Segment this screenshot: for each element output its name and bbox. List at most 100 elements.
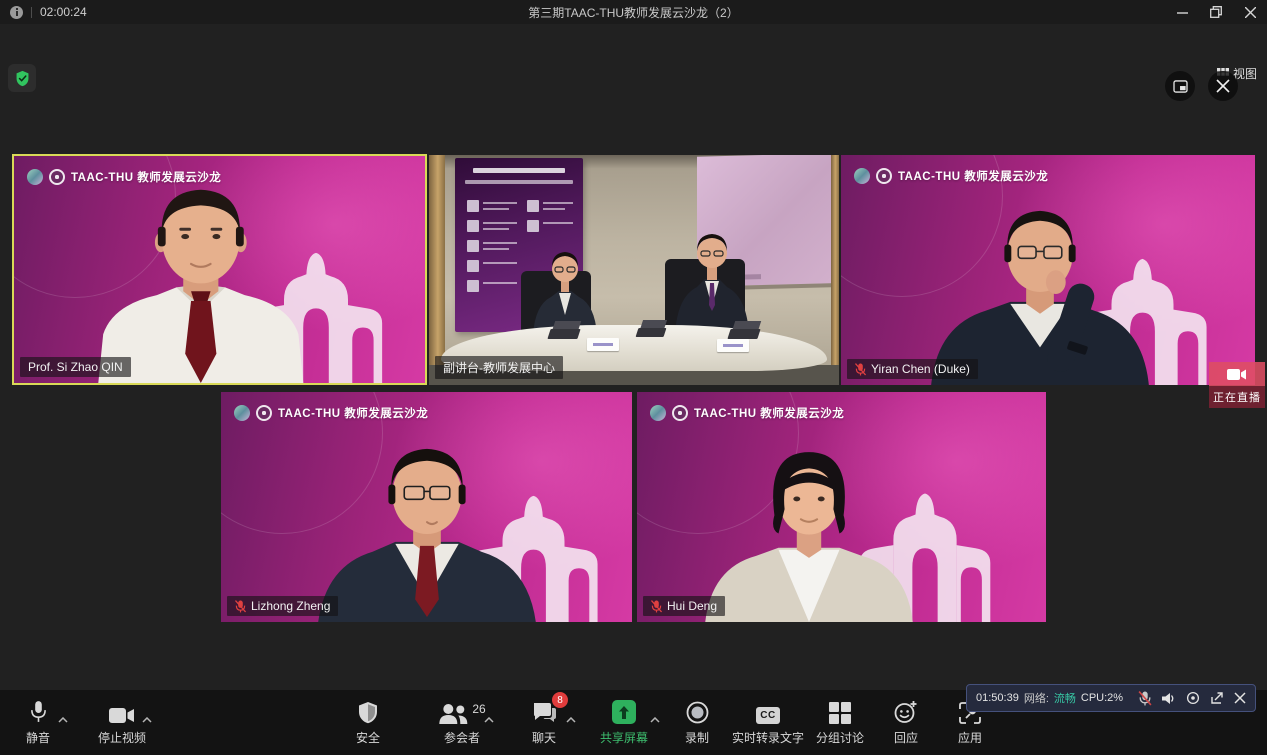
breakout-rooms-icon: [829, 702, 851, 724]
performance-stats-panel: 01:50:39 网络: 流畅 CPU:2%: [966, 684, 1256, 712]
live-transcript-label: 实时转录文字: [732, 729, 804, 746]
video-options-caret[interactable]: [142, 710, 152, 728]
shield-check-icon: [14, 70, 31, 87]
event-brand-label: TAAC-THU 教师发展云沙龙: [694, 405, 844, 421]
participant-nametag: Lizhong Zheng: [227, 596, 338, 616]
live-stream-label: 正在直播: [1209, 386, 1265, 408]
video-stage: 视图 TAAC-THU 教师发展云沙龙: [0, 24, 1267, 690]
participant-nametag: Yiran Chen (Duke): [847, 359, 978, 379]
live-transcript-button[interactable]: CC 实时转录文字: [732, 699, 804, 746]
meeting-info-icon[interactable]: [10, 6, 23, 19]
stats-muted-mic-icon[interactable]: [1138, 691, 1152, 706]
stats-close-icon[interactable]: [1234, 692, 1246, 704]
mute-button[interactable]: 静音: [26, 699, 50, 746]
stats-popout-icon[interactable]: [1210, 691, 1224, 705]
participant-nametag: 副讲台-教师发展中心: [435, 356, 563, 379]
video-tile-chen[interactable]: TAAC-THU 教师发展云沙龙: [841, 155, 1255, 385]
cpu-usage: CPU:2%: [1081, 692, 1123, 704]
live-camera-icon: [1209, 362, 1265, 386]
video-camera-icon: [109, 707, 135, 724]
video-tile-zheng[interactable]: TAAC-THU 教师发展云沙龙: [221, 392, 632, 622]
chat-options-caret[interactable]: [566, 710, 576, 728]
chat-label: 聊天: [532, 729, 556, 746]
titlebar: 02:00:24 第三期TAAC-THU教师发展云沙龙（2）: [0, 0, 1267, 24]
participant-name: Prof. Si Zhao QIN: [28, 360, 123, 374]
event-brand-label: TAAC-THU 教师发展云沙龙: [278, 405, 428, 421]
minimize-button[interactable]: [1165, 0, 1199, 24]
stats-settings-icon[interactable]: [1186, 691, 1200, 705]
mute-options-caret[interactable]: [58, 710, 68, 728]
stats-speaker-icon[interactable]: [1162, 692, 1176, 705]
taac-logo-icon: [854, 168, 870, 184]
stats-elapsed-time: 01:50:39: [976, 692, 1019, 704]
participants-button[interactable]: 26 参会者: [438, 699, 485, 746]
taac-logo-icon: [234, 405, 250, 421]
network-label: 网络:: [1024, 690, 1049, 706]
video-tile-podium[interactable]: 副讲台-教师发展中心: [429, 155, 839, 385]
record-icon: [685, 701, 708, 724]
microphone-icon: [29, 700, 46, 724]
participant-video-chen: [890, 197, 1190, 385]
meeting-window: 02:00:24 第三期TAAC-THU教师发展云沙龙（2）: [0, 0, 1267, 755]
mute-label: 静音: [26, 729, 50, 746]
video-tile-qin[interactable]: TAAC-THU 教师发展云沙龙: [12, 154, 427, 385]
reactions-smiley-icon: [894, 700, 918, 724]
participants-label: 参会者: [444, 729, 480, 746]
video-tile-deng[interactable]: TAAC-THU 教师发展云沙龙: [637, 392, 1046, 622]
chat-unread-badge: 8: [552, 692, 568, 708]
room-pillar: [429, 155, 445, 385]
chat-button[interactable]: 8 聊天: [532, 699, 556, 746]
security-button[interactable]: 安全: [356, 699, 380, 746]
security-shield-button[interactable]: [8, 64, 36, 92]
muted-mic-icon: [651, 600, 662, 613]
participants-options-caret[interactable]: [484, 710, 494, 728]
seated-speaker-right: [667, 213, 757, 335]
record-label: 录制: [685, 729, 709, 746]
thu-logo-icon: [672, 405, 688, 421]
share-screen-icon: [612, 700, 636, 724]
event-brand: TAAC-THU 教师发展云沙龙: [854, 168, 1048, 184]
pip-icon: [1173, 80, 1188, 93]
participant-video-zheng: [284, 439, 569, 622]
network-status: 流畅: [1054, 690, 1076, 706]
thu-logo-icon: [49, 169, 65, 185]
closed-captions-icon: CC: [756, 707, 780, 724]
minimize-to-pip-button[interactable]: [1165, 71, 1195, 101]
restore-button[interactable]: [1199, 0, 1233, 24]
meeting-title: 第三期TAAC-THU教师发展云沙龙（2）: [0, 4, 1267, 21]
name-card: [587, 338, 619, 351]
share-options-caret[interactable]: [650, 710, 660, 728]
laptop: [727, 329, 760, 339]
event-brand-label: TAAC-THU 教师发展云沙龙: [898, 168, 1048, 184]
chat-bubble-icon: [532, 703, 556, 724]
reactions-button[interactable]: 回应: [894, 699, 918, 746]
share-screen-button[interactable]: 共享屏幕: [600, 699, 648, 746]
participant-nametag: Prof. Si Zhao QIN: [20, 357, 131, 377]
name-card: [717, 339, 749, 352]
thu-logo-icon: [876, 168, 892, 184]
taac-logo-icon: [27, 169, 43, 185]
live-stream-indicator: 正在直播: [1209, 362, 1265, 408]
participants-icon: [438, 703, 468, 724]
titlebar-divider: [31, 7, 32, 18]
event-brand: TAAC-THU 教师发展云沙龙: [234, 405, 428, 421]
breakout-rooms-button[interactable]: 分组讨论: [816, 699, 864, 746]
muted-mic-icon: [235, 600, 246, 613]
record-button[interactable]: 录制: [685, 699, 709, 746]
shield-icon: [358, 701, 378, 724]
stop-video-label: 停止视频: [98, 729, 146, 746]
laptop: [636, 328, 667, 337]
stop-video-button[interactable]: 停止视频: [98, 699, 146, 746]
reactions-label: 回应: [894, 729, 918, 746]
close-window-button[interactable]: [1233, 0, 1267, 24]
meeting-duration: 02:00:24: [40, 5, 87, 19]
participant-name: Hui Deng: [667, 599, 717, 613]
security-label: 安全: [356, 729, 380, 746]
event-brand-label: TAAC-THU 教师发展云沙龙: [71, 169, 221, 185]
participant-nametag: Hui Deng: [643, 596, 725, 616]
share-screen-label: 共享屏幕: [600, 729, 648, 746]
exit-fullscreen-button[interactable]: [1208, 71, 1238, 101]
seated-speaker-left: [525, 235, 605, 335]
room-pillar: [831, 155, 839, 385]
taac-logo-icon: [650, 405, 666, 421]
